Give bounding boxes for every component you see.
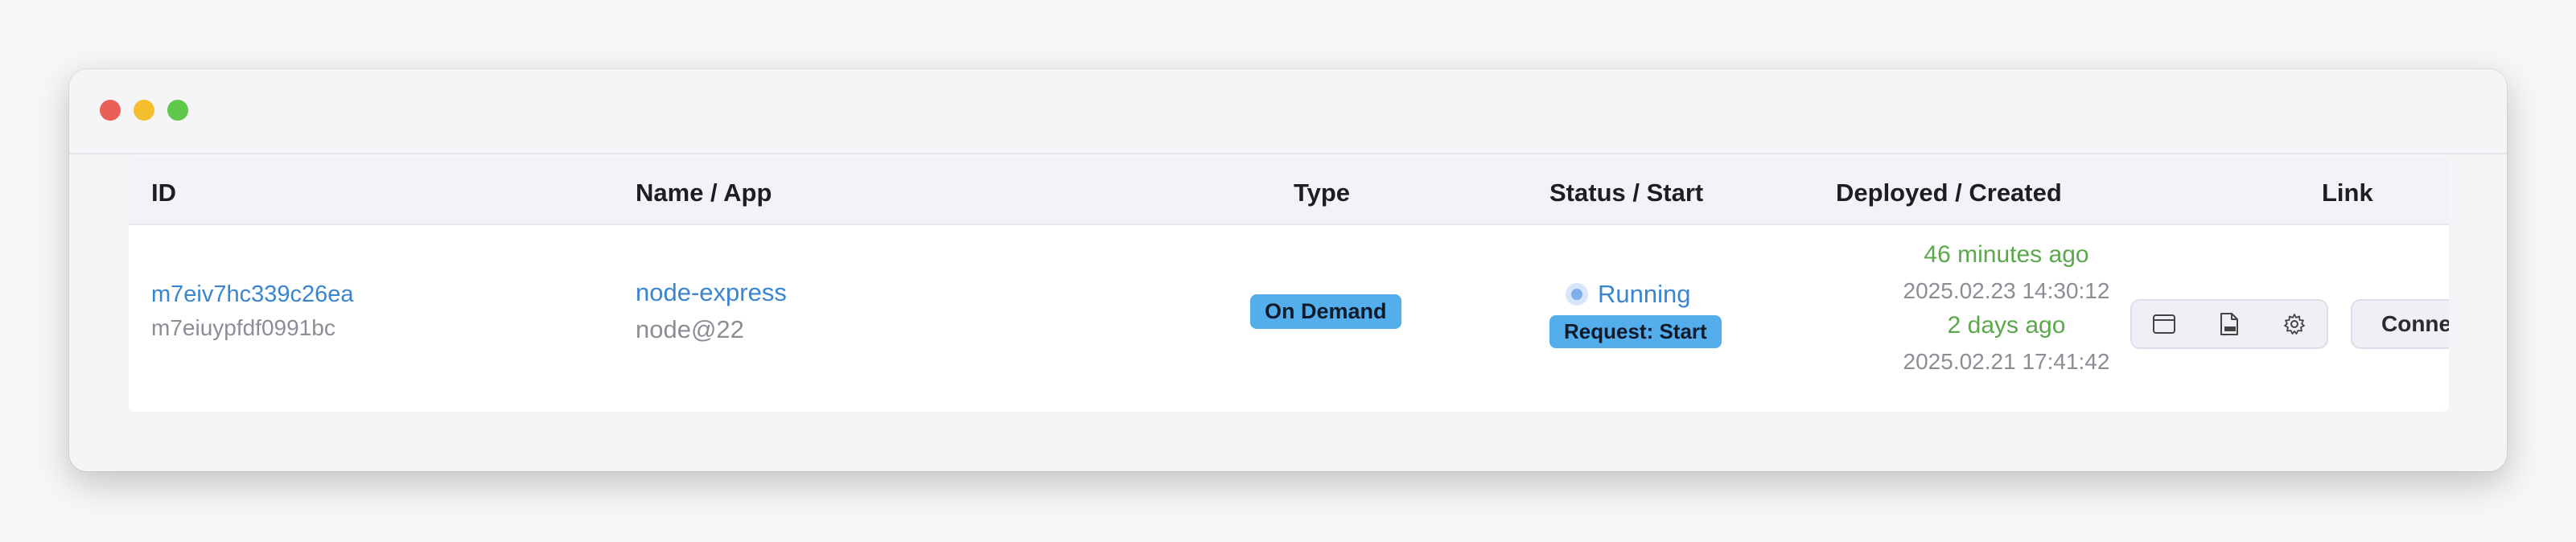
deployed-relative: 46 minutes ago bbox=[1924, 241, 2089, 268]
deployments-table: ID Name / App Type Status / Start Deploy… bbox=[129, 158, 2449, 412]
start-request-badge: Request: Start bbox=[1549, 315, 1722, 348]
status-indicator: Running bbox=[1566, 278, 1690, 309]
zoom-window-button[interactable] bbox=[167, 100, 188, 121]
header-status-start: Status / Start bbox=[1549, 179, 1704, 207]
app-window: ID Name / App Type Status / Start Deploy… bbox=[69, 69, 2507, 471]
created-timestamp: 2025.02.21 17:41:42 bbox=[1903, 349, 2110, 374]
html-file-icon[interactable] bbox=[2205, 304, 2253, 344]
connect-button[interactable]: Connect bbox=[2351, 299, 2449, 349]
service-id: m7eiuypfdf0991bc bbox=[151, 315, 335, 340]
header-deployed-created: Deployed / Created bbox=[1836, 179, 2062, 207]
header-id: ID bbox=[151, 179, 176, 207]
created-relative: 2 days ago bbox=[1947, 312, 2066, 339]
minimize-window-button[interactable] bbox=[134, 100, 154, 121]
type-cell: On Demand bbox=[1250, 294, 1401, 329]
status-dot-icon bbox=[1566, 282, 1588, 306]
header-link: Link bbox=[2322, 179, 2373, 207]
type-badge: On Demand bbox=[1250, 294, 1401, 329]
header-name-app: Name / App bbox=[636, 179, 772, 207]
deployed-timestamp: 2025.02.23 14:30:12 bbox=[1903, 278, 2110, 303]
title-bar bbox=[69, 69, 2507, 154]
link-action-group bbox=[2130, 299, 2328, 349]
gear-icon[interactable] bbox=[2270, 304, 2319, 344]
start-cell: Request: Start bbox=[1549, 315, 1722, 348]
browser-window-icon[interactable] bbox=[2140, 304, 2188, 344]
deployment-id-link[interactable]: m7eiv7hc339c26ea bbox=[151, 281, 354, 308]
status-text: Running bbox=[1598, 279, 1691, 308]
table-header: ID Name / App Type Status / Start Deploy… bbox=[129, 158, 2449, 225]
app-name-link[interactable]: node-express bbox=[636, 278, 787, 307]
header-type: Type bbox=[1294, 179, 1351, 207]
close-window-button[interactable] bbox=[100, 100, 121, 121]
app-runtime: node@22 bbox=[636, 315, 744, 343]
table-row: m7eiv7hc339c26ea m7eiuypfdf0991bc node-e… bbox=[129, 225, 2449, 412]
